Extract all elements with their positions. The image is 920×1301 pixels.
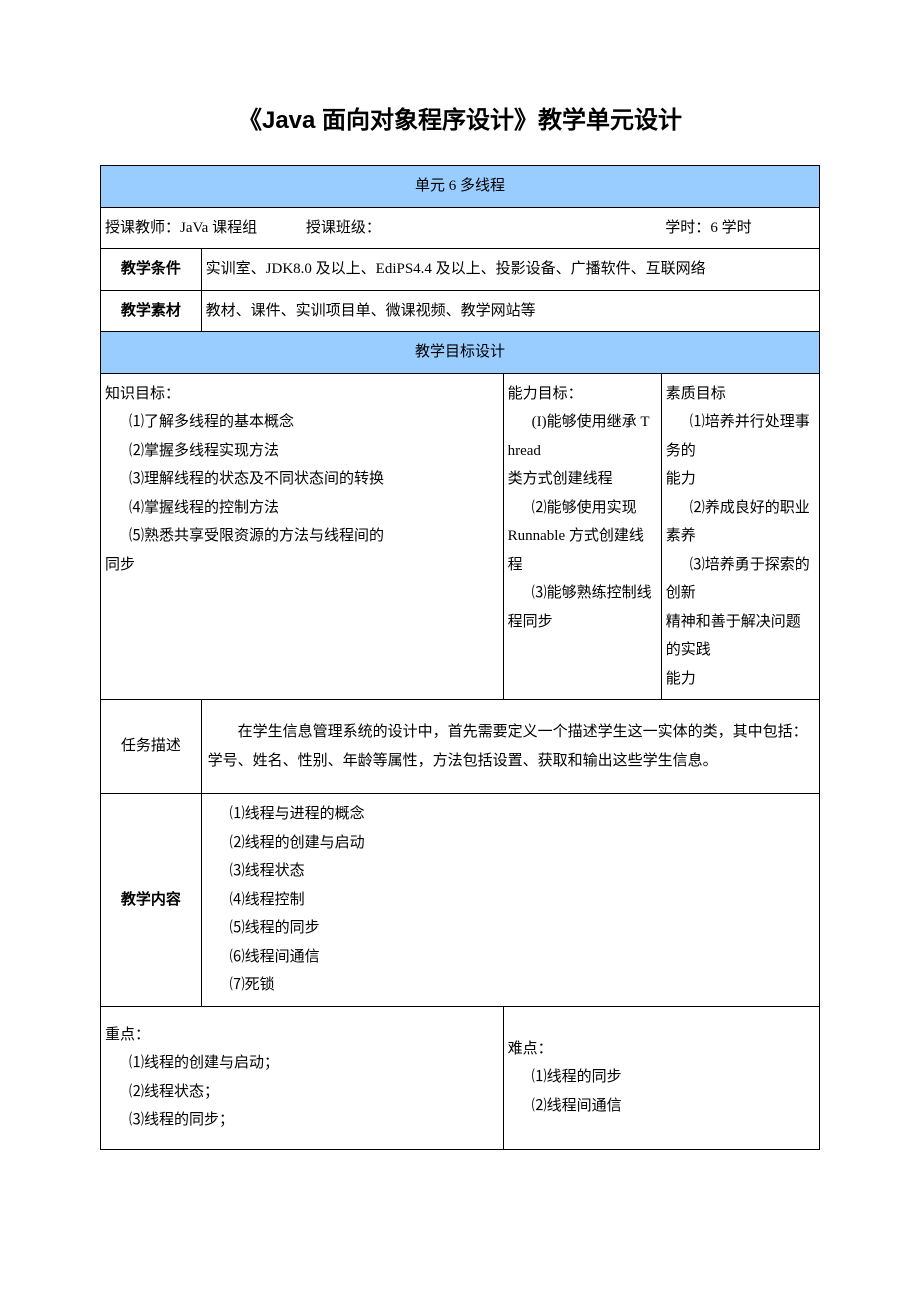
quality-line: ⑴培养并行处理事务的 [666,408,815,465]
content-item: ⑷线程控制 [206,886,815,915]
content-item: ⑴线程与进程的概念 [206,800,815,829]
task-label: 任务描述 [101,700,202,794]
class-label: 授课班级： [306,220,381,236]
ability-line: ⑵能够使用实现 [508,494,657,523]
quality-goals: 素质目标 ⑴培养并行处理事务的 能力 ⑵养成良好的职业素养 ⑶培养勇于探索的创新… [661,373,819,700]
keypoints-cell: 重点： ⑴线程的创建与启动； ⑵线程状态； ⑶线程的同步； [101,1006,504,1149]
knowledge-tail: 同步 [105,557,135,573]
goals-header: 教学目标设计 [101,332,820,374]
diffpoints-item: ⑵线程间通信 [508,1092,815,1121]
quality-line: ⑶培养勇于探索的创新 [666,551,815,608]
ability-goals: 能力目标： (I)能够使用继承 Thread 类方式创建线程 ⑵能够使用实现 R… [503,373,661,700]
keypoints-item: ⑵线程状态； [105,1078,499,1107]
content-item: ⑹线程间通信 [206,943,815,972]
keypoints-item: ⑶线程的同步； [105,1106,499,1135]
ability-line: ⑶能够熟练控制线程同步 [508,579,657,636]
conditions-value: 实训室、JDK8.0 及以上、EdiPS4.4 及以上、投影设备、广播软件、互联… [201,249,819,291]
ability-line: 类方式创建线程 [508,471,613,487]
unit-header: 单元 6 多线程 [101,166,820,208]
ability-line: Runnable 方式创建线程 [508,528,644,573]
knowledge-goals: 知识目标： ⑴了解多线程的基本概念 ⑵掌握多线程实现方法 ⑶理解线程的状态及不同… [101,373,504,700]
diffpoints-cell: 难点： ⑴线程的同步 ⑵线程间通信 [503,1006,819,1149]
content-item: ⑸线程的同步 [206,914,815,943]
knowledge-item: ⑷掌握线程的控制方法 [105,494,499,523]
content-cell: ⑴线程与进程的概念 ⑵线程的创建与启动 ⑶线程状态 ⑷线程控制 ⑸线程的同步 ⑹… [201,794,819,1007]
knowledge-item: ⑶理解线程的状态及不同状态间的转换 [105,465,499,494]
ability-title: 能力目标： [508,386,583,402]
diffpoints-item: ⑴线程的同步 [508,1063,815,1092]
content-item: ⑵线程的创建与启动 [206,829,815,858]
diffpoints-title: 难点： [508,1041,553,1057]
task-value: 在学生信息管理系统的设计中，首先需要定义一个描述学生这一实体的类，其中包括：学号… [201,700,819,794]
hours-cell: 学时：6 学时 [661,207,819,249]
materials-value: 教材、课件、实训项目单、微课视频、教学网站等 [201,290,819,332]
hours-label: 学时： [665,220,710,236]
page-title: 《Java 面向对象程序设计》教学单元设计 [100,100,820,135]
knowledge-item: ⑵掌握多线程实现方法 [105,437,499,466]
quality-line: 精神和善于解决问题的实践 [666,614,801,659]
keypoints-item: ⑴线程的创建与启动； [105,1049,499,1078]
ability-line: (I)能够使用继承 Thread [508,408,657,465]
knowledge-item: ⑸熟悉共享受限资源的方法与线程间的 [105,522,499,551]
lesson-table: 单元 6 多线程 授课教师：JaVa 课程组 授课班级： 学时：6 学时 教学条… [100,165,820,1150]
knowledge-item: ⑴了解多线程的基本概念 [105,408,499,437]
materials-label: 教学素材 [101,290,202,332]
quality-line: ⑵养成良好的职业素养 [666,494,815,551]
quality-line: 能力 [666,471,696,487]
teacher-cell: 授课教师：JaVa 课程组 [101,207,302,249]
content-item: ⑺死锁 [206,971,815,1000]
quality-title: 素质目标 [666,386,726,402]
content-label: 教学内容 [101,794,202,1007]
hours-value: 6 学时 [710,220,751,236]
conditions-label: 教学条件 [101,249,202,291]
quality-line: 能力 [666,671,696,687]
knowledge-title: 知识目标： [105,386,180,402]
keypoints-title: 重点： [105,1027,150,1043]
teacher-label: 授课教师： [105,220,180,236]
teacher-value: JaVa 课程组 [180,220,257,236]
class-cell: 授课班级： [302,207,661,249]
content-item: ⑶线程状态 [206,857,815,886]
